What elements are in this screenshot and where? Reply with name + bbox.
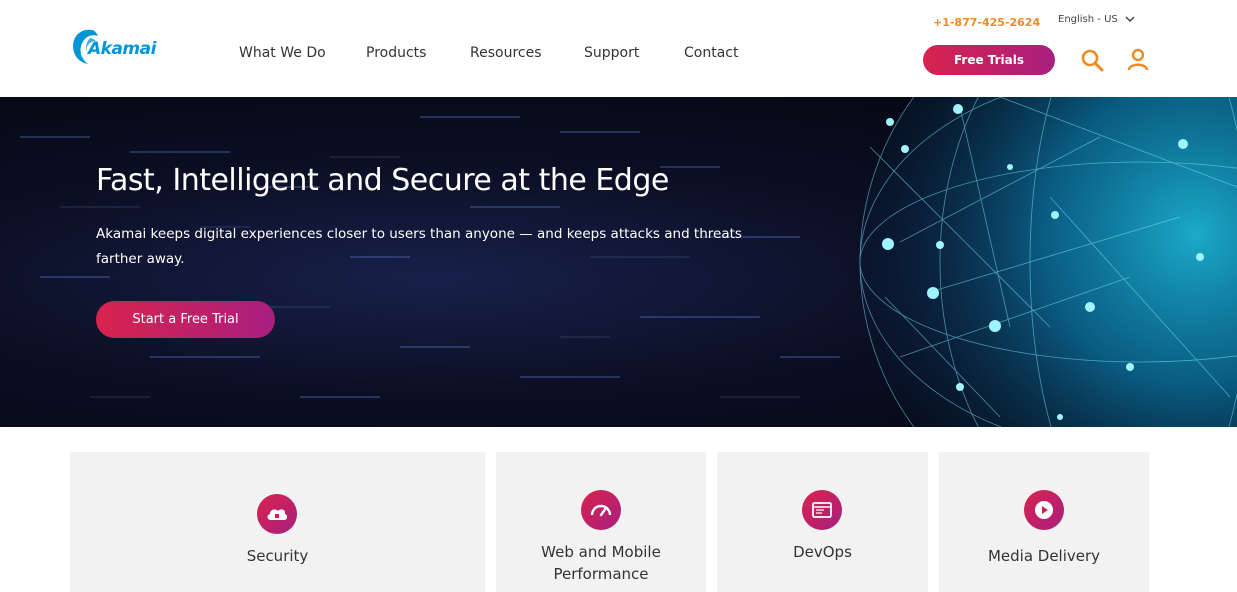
nav-support[interactable]: Support [584,45,639,61]
nav-what-we-do[interactable]: What We Do [239,45,326,61]
nav-contact[interactable]: Contact [684,45,738,61]
hero-subtitle: Akamai keeps digital experiences closer … [96,226,742,267]
card-web-mobile-performance[interactable]: Web and Mobile Performance [496,452,706,592]
language-selector[interactable]: English - US [1058,14,1118,25]
terminal-window-icon [802,490,842,530]
hero-banner: Fast, Intelligent and Secure at the Edge… [0,97,1237,427]
phone-number[interactable]: +1-877-425-2624 [933,16,1040,29]
logo-text: Akamai [88,39,156,59]
nav-resources[interactable]: Resources [470,45,542,61]
card-devops[interactable]: DevOps [717,452,928,592]
site-header: Akamai What We Do Products Resources Sup… [0,0,1237,97]
akamai-logo[interactable]: Akamai [70,26,162,66]
nav-products[interactable]: Products [366,45,426,61]
speedometer-icon [581,490,621,530]
card-label: Security [246,547,309,565]
hero-title: Fast, Intelligent and Secure at the Edge [96,163,669,198]
cloud-lock-icon [257,494,297,534]
card-label: Media Delivery [987,547,1101,565]
chevron-down-icon[interactable] [1124,13,1136,25]
card-label: DevOps [793,543,852,561]
free-trials-button[interactable]: Free Trials [923,45,1055,75]
start-free-trial-button[interactable]: Start a Free Trial [96,301,275,338]
card-media-delivery[interactable]: Media Delivery [939,452,1149,592]
user-account-icon[interactable] [1126,47,1150,71]
card-security[interactable]: Security [70,452,485,592]
play-icon [1024,490,1064,530]
search-icon[interactable] [1080,48,1104,72]
card-label: Web and Mobile Performance [541,543,661,583]
